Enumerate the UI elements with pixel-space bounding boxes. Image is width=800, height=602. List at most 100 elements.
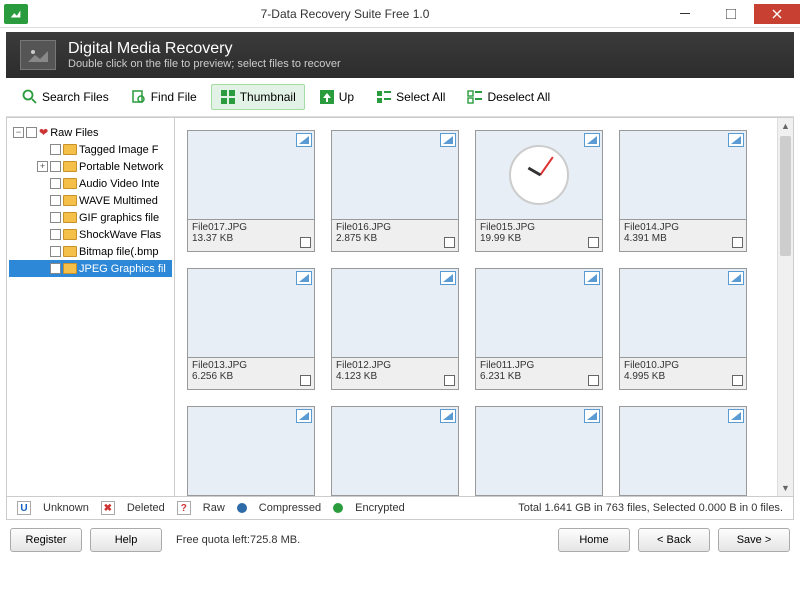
save-button[interactable]: Save >: [718, 528, 790, 552]
thumbnail-checkbox[interactable]: [732, 237, 743, 248]
thumbnail-item[interactable]: File014.JPG 4.391 MB: [619, 130, 747, 252]
tree-checkbox[interactable]: [50, 161, 61, 172]
thumbnail-image[interactable]: [475, 268, 603, 358]
file-tree[interactable]: − ❤ Raw Files Tagged Image F + Portable …: [7, 118, 175, 496]
minimize-button[interactable]: [662, 4, 708, 24]
raw-label: Raw: [203, 502, 225, 514]
thumbnail-image[interactable]: [475, 130, 603, 220]
thumbnail-checkbox[interactable]: [588, 237, 599, 248]
thumbnail-item[interactable]: File017.JPG 13.37 KB: [187, 130, 315, 252]
thumbnail-item[interactable]: File012.JPG 4.123 KB: [331, 268, 459, 390]
file-size: 6.231 KB: [480, 371, 521, 382]
home-button[interactable]: Home: [558, 528, 630, 552]
thumbnail-info: File014.JPG 4.391 MB: [619, 220, 747, 252]
tree-item[interactable]: GIF graphics file: [9, 209, 172, 226]
thumbnail-checkbox[interactable]: [444, 237, 455, 248]
titlebar: 7-Data Recovery Suite Free 1.0: [0, 0, 800, 28]
up-label: Up: [339, 90, 354, 104]
image-badge-icon: [584, 409, 600, 423]
tree-checkbox[interactable]: [50, 195, 61, 206]
image-badge-icon: [728, 133, 744, 147]
tree-item-label: Bitmap file(.bmp: [79, 246, 158, 258]
thumbnail-image[interactable]: [475, 406, 603, 496]
tree-checkbox[interactable]: [26, 127, 37, 138]
tree-item[interactable]: Tagged Image F: [9, 141, 172, 158]
thumbnail-image[interactable]: [331, 130, 459, 220]
thumbnail-item[interactable]: File010.JPG 4.995 KB: [619, 268, 747, 390]
tree-item-label: Tagged Image F: [79, 144, 159, 156]
tree-checkbox[interactable]: [50, 263, 61, 274]
thumbnail-item[interactable]: File011.JPG 6.231 KB: [475, 268, 603, 390]
thumbnail-checkbox[interactable]: [732, 375, 743, 386]
thumbnail-item[interactable]: File008.JPG 10.32 KB: [331, 406, 459, 496]
scroll-thumb[interactable]: [780, 136, 791, 256]
thumbnail-checkbox[interactable]: [588, 375, 599, 386]
tree-checkbox[interactable]: [50, 212, 61, 223]
folder-icon: [63, 178, 77, 189]
thumbnail-checkbox[interactable]: [300, 237, 311, 248]
thumbnail-item[interactable]: File009.JPG 4.623 KB: [187, 406, 315, 496]
folder-icon: [63, 212, 77, 223]
thumbnail-image[interactable]: [331, 268, 459, 358]
thumbnail-image[interactable]: [187, 268, 315, 358]
tree-item[interactable]: + Portable Network: [9, 158, 172, 175]
thumbnail-item[interactable]: File013.JPG 6.256 KB: [187, 268, 315, 390]
find-file-button[interactable]: Find File: [123, 85, 205, 109]
maximize-button[interactable]: [708, 4, 754, 24]
back-button[interactable]: < Back: [638, 528, 710, 552]
thumbnail-checkbox[interactable]: [300, 375, 311, 386]
thumbnail-image[interactable]: [187, 130, 315, 220]
image-badge-icon: [296, 133, 312, 147]
thumbnail-item[interactable]: File016.JPG 2.875 KB: [331, 130, 459, 252]
scrollbar[interactable]: ▲ ▼: [777, 118, 793, 496]
thumbnail-button[interactable]: Thumbnail: [211, 84, 305, 110]
thumbnail-image[interactable]: [619, 268, 747, 358]
select-all-label: Select All: [396, 90, 445, 104]
scroll-up-icon[interactable]: ▲: [778, 118, 793, 134]
deselect-all-button[interactable]: Deselect All: [459, 85, 558, 109]
find-file-label: Find File: [151, 90, 197, 104]
file-name: File012.JPG: [336, 360, 454, 371]
tree-checkbox[interactable]: [50, 144, 61, 155]
image-badge-icon: [296, 409, 312, 423]
thumbnail-checkbox[interactable]: [444, 375, 455, 386]
thumbnail-item[interactable]: File006.JPG 23.31 KB: [619, 406, 747, 496]
status-summary: Total 1.641 GB in 763 files, Selected 0.…: [518, 502, 783, 514]
folder-icon: [63, 246, 77, 257]
close-button[interactable]: [754, 4, 800, 24]
tree-root[interactable]: − ❤ Raw Files: [9, 124, 172, 141]
image-badge-icon: [728, 271, 744, 285]
help-button[interactable]: Help: [90, 528, 162, 552]
app-icon: [4, 4, 28, 24]
thumbnail-info: File016.JPG 2.875 KB: [331, 220, 459, 252]
tree-item[interactable]: WAVE Multimed: [9, 192, 172, 209]
tree-item[interactable]: Audio Video Inte: [9, 175, 172, 192]
thumbnail-image[interactable]: [331, 406, 459, 496]
register-button[interactable]: Register: [10, 528, 82, 552]
thumbnail-item[interactable]: File007.JPG 7.329 KB: [475, 406, 603, 496]
tree-checkbox[interactable]: [50, 246, 61, 257]
unknown-icon: U: [17, 501, 31, 515]
collapse-icon[interactable]: −: [13, 127, 24, 138]
tree-checkbox[interactable]: [50, 178, 61, 189]
folder-icon: [63, 161, 77, 172]
scroll-down-icon[interactable]: ▼: [778, 480, 793, 496]
tree-item[interactable]: Bitmap file(.bmp: [9, 243, 172, 260]
select-all-icon: [376, 89, 392, 105]
expand-icon[interactable]: +: [37, 161, 48, 172]
tree-item[interactable]: ShockWave Flas: [9, 226, 172, 243]
search-files-button[interactable]: Search Files: [14, 85, 117, 109]
image-badge-icon: [440, 133, 456, 147]
select-all-button[interactable]: Select All: [368, 85, 453, 109]
thumbnail-image[interactable]: [619, 406, 747, 496]
image-badge-icon: [584, 271, 600, 285]
up-button[interactable]: Up: [311, 85, 362, 109]
thumbnail-item[interactable]: File015.JPG 19.99 KB: [475, 130, 603, 252]
thumbnail-info: File013.JPG 6.256 KB: [187, 358, 315, 390]
tree-checkbox[interactable]: [50, 229, 61, 240]
page-title: Digital Media Recovery: [68, 40, 341, 58]
thumbnail-grid: File017.JPG 13.37 KB File016.JPG 2.875 K…: [175, 118, 777, 496]
tree-item[interactable]: JPEG Graphics fil: [9, 260, 172, 277]
thumbnail-image[interactable]: [187, 406, 315, 496]
thumbnail-image[interactable]: [619, 130, 747, 220]
